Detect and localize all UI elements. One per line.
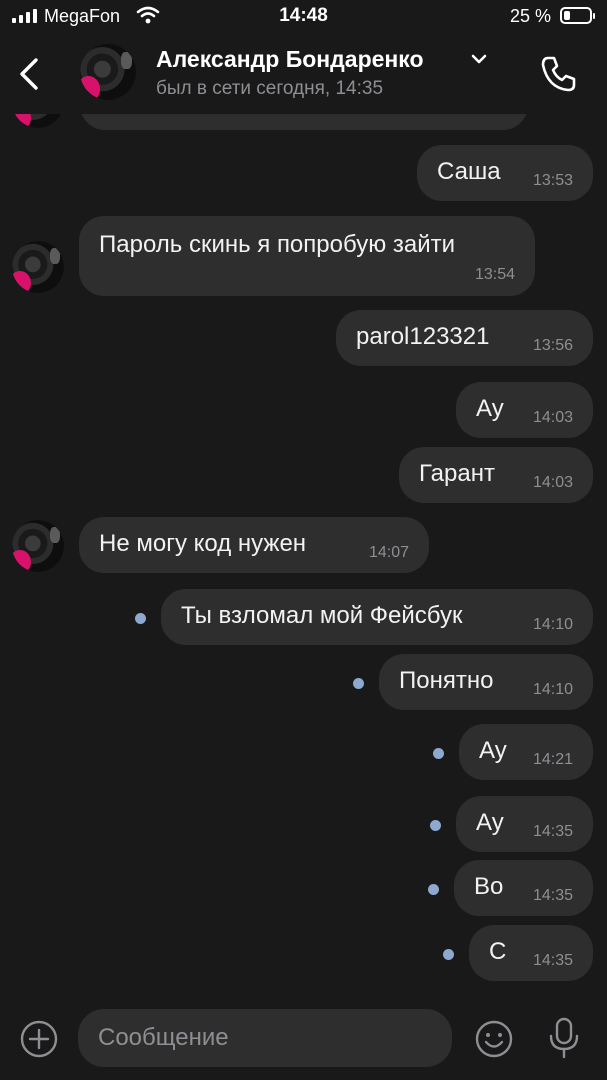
unread-indicator xyxy=(443,949,454,960)
message-text: Во xyxy=(474,873,504,900)
message-text: parol123321 xyxy=(356,323,490,350)
message-time: 13:53 xyxy=(532,172,573,189)
message-text: Ау xyxy=(476,809,504,836)
message-bubble-partial xyxy=(80,114,528,130)
message-bubble-in[interactable]: Пароль скинь я попробую зайти 13:54 xyxy=(79,216,535,296)
message-bubble-out[interactable]: Ау 14:35 xyxy=(456,796,593,852)
message-text: Саша xyxy=(437,158,501,185)
message-time: 14:10 xyxy=(532,616,573,633)
sender-avatar xyxy=(12,114,64,128)
message-text: Гарант xyxy=(419,460,495,487)
message-text: Ау xyxy=(476,395,504,422)
sender-avatar xyxy=(12,241,64,293)
unread-indicator xyxy=(430,820,441,831)
message-time: 13:54 xyxy=(474,266,515,283)
message-text: Пароль скинь я попробую зайти xyxy=(99,231,456,258)
battery-percentage: 25 % xyxy=(510,6,552,26)
contact-name[interactable]: Александр Бондаренко xyxy=(156,46,424,73)
message-bubble-out[interactable]: Во 14:35 xyxy=(454,860,593,916)
unread-indicator xyxy=(428,884,439,895)
plus-circle-icon[interactable] xyxy=(20,1020,58,1058)
message-bubble-out[interactable]: Ау 14:21 xyxy=(459,724,593,780)
message-text: С xyxy=(489,938,507,965)
unread-indicator xyxy=(353,678,364,689)
message-time: 14:35 xyxy=(532,952,573,969)
message-bubble-in[interactable]: Не могу код нужен 14:07 xyxy=(79,517,429,573)
wifi-icon xyxy=(136,6,160,24)
unread-indicator xyxy=(135,613,146,624)
message-time: 14:35 xyxy=(532,887,573,904)
message-bubble-out[interactable]: С 14:35 xyxy=(469,925,593,981)
message-time: 14:03 xyxy=(532,409,573,426)
microphone-icon[interactable] xyxy=(546,1016,582,1060)
message-list[interactable]: Саша 13:53 Пароль скинь я попробую зайти… xyxy=(0,114,607,1000)
message-bubble-out[interactable]: Саша 13:53 xyxy=(417,145,593,201)
message-bubble-out[interactable]: parol123321 13:56 xyxy=(336,310,593,366)
smiley-icon[interactable] xyxy=(474,1019,514,1059)
phone-icon[interactable] xyxy=(536,52,580,96)
message-bubble-out[interactable]: Понятно 14:10 xyxy=(379,654,593,710)
status-bar: MegaFon 14:48 25 % xyxy=(0,0,607,34)
message-time: 14:03 xyxy=(532,474,573,491)
battery-icon xyxy=(560,7,595,24)
chevron-left-icon[interactable] xyxy=(14,52,44,96)
message-bubble-out[interactable]: Ау 14:03 xyxy=(456,382,593,438)
message-composer xyxy=(0,1000,607,1080)
signal-icon xyxy=(12,9,37,23)
message-time: 14:21 xyxy=(532,751,573,768)
message-time: 14:35 xyxy=(532,823,573,840)
message-time: 13:56 xyxy=(532,337,573,354)
unread-indicator xyxy=(433,748,444,759)
last-seen-status: был в сети сегодня, 14:35 xyxy=(156,78,384,99)
message-bubble-out[interactable]: Гарант 14:03 xyxy=(399,447,593,503)
message-text: Ты взломал мой Фейсбук xyxy=(181,602,463,629)
message-input[interactable] xyxy=(78,1009,452,1067)
sender-avatar xyxy=(12,520,64,572)
message-time: 14:07 xyxy=(368,544,409,561)
message-text: Понятно xyxy=(399,667,494,694)
message-text: Ау xyxy=(479,737,507,764)
chevron-down-icon[interactable] xyxy=(470,52,488,66)
carrier-name: MegaFon xyxy=(44,6,121,26)
message-time: 14:10 xyxy=(532,681,573,698)
chat-header: Александр Бондаренко был в сети сегодня,… xyxy=(0,34,607,114)
contact-avatar[interactable] xyxy=(80,44,136,100)
message-bubble-out[interactable]: Ты взломал мой Фейсбук 14:10 xyxy=(161,589,593,645)
message-text: Не могу код нужен xyxy=(99,530,307,557)
